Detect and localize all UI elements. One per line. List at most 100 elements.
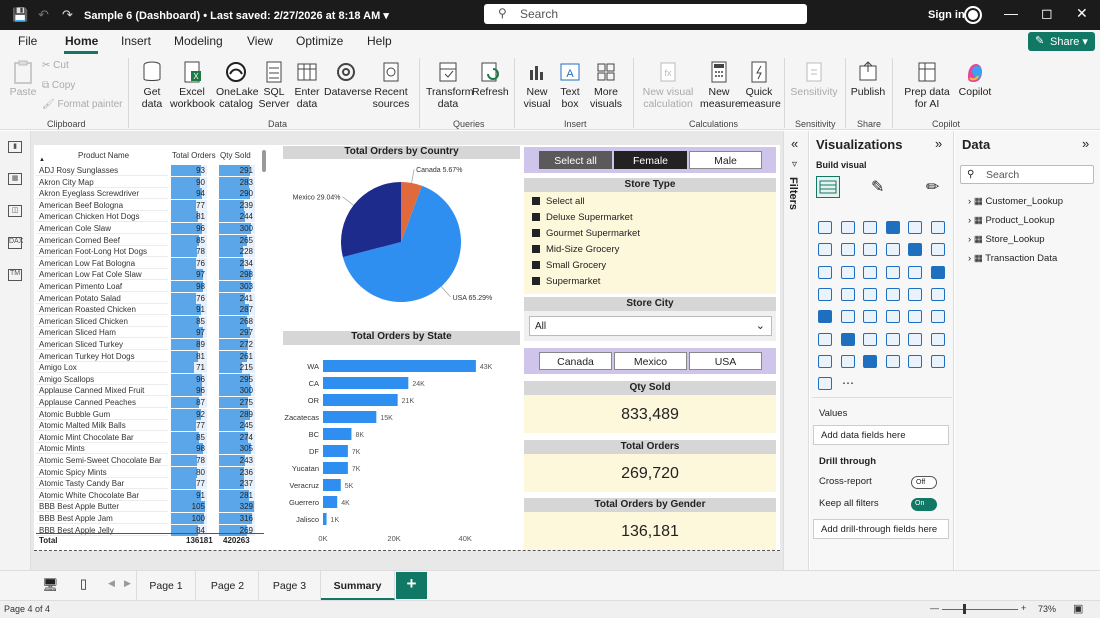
slicer-icon[interactable]	[885, 310, 900, 324]
product-table[interactable]: Product Name Total Orders Qty Sold ▲ ADJ…	[36, 147, 264, 545]
prev-page-icon[interactable]: ◀	[108, 578, 115, 589]
excel-workbook-button[interactable]: X Excel workbook	[170, 60, 215, 110]
sensitivity-button[interactable]: Sensitivity	[790, 60, 838, 98]
narrative-icon[interactable]	[818, 377, 832, 391]
treemap-icon[interactable]	[818, 287, 832, 301]
zoom-out-icon[interactable]: —	[930, 603, 939, 613]
publish-button[interactable]: Publish	[850, 60, 886, 98]
data-table-item[interactable]: › ▦ Customer_Lookup	[968, 196, 1063, 207]
total-orders-card[interactable]: 269,720	[524, 454, 776, 492]
store-type-option[interactable]: Select all	[532, 196, 585, 207]
shape-map-icon[interactable]	[885, 287, 900, 301]
100-area-chart-icon[interactable]	[885, 243, 900, 257]
stacked-area-chart-icon[interactable]	[863, 243, 877, 257]
tab-view[interactable]: View	[247, 34, 273, 48]
table-row[interactable]: American Potato Salad 76 241	[36, 292, 264, 305]
r-visual-icon[interactable]	[930, 310, 945, 324]
multi-row-card-icon[interactable]	[840, 310, 855, 324]
gauge-icon[interactable]	[930, 287, 945, 301]
gender-orders-card[interactable]: 136,181	[524, 512, 776, 550]
more-visuals-button[interactable]: More visuals	[586, 60, 626, 110]
store-type-option[interactable]: Deluxe Supermarket	[532, 212, 633, 223]
table-row[interactable]: ADJ Rosy Sunglasses 93 291	[36, 165, 264, 177]
copy-button[interactable]: ⧉ Copy	[42, 80, 75, 91]
waterfall-chart-icon[interactable]	[840, 265, 855, 279]
gender-female-button[interactable]: Female	[614, 151, 687, 169]
zoom-slider-thumb[interactable]	[963, 604, 966, 614]
tab-insert[interactable]: Insert	[121, 34, 151, 48]
copilot-button[interactable]: Copilot	[958, 60, 992, 98]
clustered-column-chart-icon[interactable]	[885, 221, 900, 234]
undo-icon[interactable]: ↶	[38, 7, 49, 23]
table-row[interactable]: Akron City Map 90 283	[36, 176, 264, 189]
analytics-icon[interactable]: ✏	[926, 177, 939, 197]
python-visual-icon[interactable]	[818, 332, 832, 346]
table-row[interactable]: BBB Best Apple Butter 105 329	[36, 501, 264, 513]
table-icon[interactable]	[908, 310, 922, 324]
azure-map-icon[interactable]	[908, 287, 922, 301]
pie-chart-area[interactable]: USA 65.29% Mexico 29.04% Canada 5.67%	[283, 159, 520, 329]
expand-data-chevron-icon[interactable]: »	[1082, 136, 1089, 151]
country-mexico-button[interactable]: Mexico	[614, 352, 687, 370]
table-row[interactable]: Atomic Tasty Candy Bar 77 237	[36, 478, 264, 490]
tab-home[interactable]: Home	[65, 34, 98, 48]
expand-chevron-icon[interactable]: »	[935, 136, 942, 151]
store-type-option[interactable]: Gourmet Supermarket	[532, 228, 640, 239]
paginated-report-icon[interactable]	[930, 332, 945, 346]
onelake-catalog-button[interactable]: OneLake catalog	[216, 60, 259, 110]
store-type-option[interactable]: Mid-Size Grocery	[532, 244, 619, 255]
format-visual-icon[interactable]: ✎	[871, 177, 884, 197]
table-view-icon[interactable]: ▦	[8, 173, 22, 185]
qty-sold-card[interactable]: 833,489	[524, 395, 776, 433]
kpi-icon[interactable]	[863, 310, 877, 324]
table-row[interactable]: Applause Canned Mixed Fruit 96 300	[36, 385, 264, 397]
table-row[interactable]: American Low Fat Bologna 76 234	[36, 257, 264, 270]
mobile-layout-icon[interactable]: ▯	[80, 576, 87, 592]
prep-data-for-ai-button[interactable]: Prep data for AI	[898, 60, 956, 110]
table-row[interactable]: American Sliced Chicken 85 268	[36, 315, 264, 328]
table-row[interactable]: American Foot-Long Hot Dogs 78 228	[36, 246, 264, 258]
keep-all-filters-toggle[interactable]: On	[911, 498, 937, 511]
map-icon[interactable]	[840, 287, 855, 301]
100-column-chart-icon[interactable]	[930, 221, 945, 234]
window-title[interactable]: Sample 6 (Dashboard) • Last saved: 2/27/…	[84, 9, 389, 22]
country-canada-button[interactable]: Canada	[539, 352, 612, 370]
avatar[interactable]	[964, 6, 982, 24]
table-row[interactable]: American Turkey Hot Dogs 81 261	[36, 350, 264, 363]
table-row[interactable]: Atomic Semi-Sweet Chocolate Bar 78 243	[36, 455, 264, 467]
table-row[interactable]: Atomic Bubble Gum 92 289	[36, 408, 264, 421]
page-tab-3[interactable]: Page 3	[259, 571, 321, 600]
text-box-button[interactable]: A Text box	[556, 60, 584, 110]
fit-to-page-icon[interactable]: ▣	[1073, 602, 1083, 615]
redo-icon[interactable]: ↷	[62, 7, 73, 23]
filters-pane-collapsed[interactable]: « ▿ Filters	[783, 131, 809, 570]
collapse-chevron-icon[interactable]: «	[791, 136, 798, 151]
table-row[interactable]: Atomic Malted Milk Balls 77 245	[36, 420, 264, 432]
add-drill-through-dropzone[interactable]: Add drill-through fields here	[813, 519, 949, 539]
tab-modeling[interactable]: Modeling	[174, 34, 223, 48]
report-view-icon[interactable]: ▮	[8, 141, 22, 153]
data-table-item[interactable]: › ▦ Store_Lookup	[968, 234, 1045, 245]
table-row[interactable]: Atomic Mints 98 305	[36, 443, 264, 455]
share-button[interactable]: ✎ Share ▾	[1028, 32, 1095, 51]
table-row[interactable]: Atomic White Chocolate Bar 91 281	[36, 489, 264, 502]
tab-help[interactable]: Help	[367, 34, 392, 48]
100-bar-chart-icon[interactable]	[908, 221, 922, 234]
get-data-button[interactable]: Get data	[136, 60, 168, 110]
header-product-name[interactable]: Product Name	[78, 151, 129, 160]
next-page-icon[interactable]: ▶	[124, 578, 131, 589]
country-usa-button[interactable]: USA	[689, 352, 762, 370]
table-row[interactable]: American Sliced Ham 97 297	[36, 327, 264, 339]
data-table-item[interactable]: › ▦ Transaction Data	[968, 253, 1057, 264]
store-type-option[interactable]: Small Grocery	[532, 260, 606, 271]
table-scrollbar[interactable]	[262, 150, 266, 172]
add-data-fields-dropzone[interactable]: Add data fields here	[813, 425, 949, 445]
save-icon[interactable]: 💾	[12, 7, 28, 23]
image-icon[interactable]	[885, 354, 900, 368]
table-row[interactable]: American Cole Slaw 96 300	[36, 223, 264, 235]
transform-data-button[interactable]: Transform data	[426, 60, 473, 110]
more-options-icon[interactable]: ⋯	[842, 376, 854, 390]
desktop-layout-icon[interactable]: 🖥	[42, 577, 59, 593]
line-column-chart-icon[interactable]	[908, 243, 922, 257]
recent-sources-button[interactable]: Recent sources	[370, 60, 412, 110]
